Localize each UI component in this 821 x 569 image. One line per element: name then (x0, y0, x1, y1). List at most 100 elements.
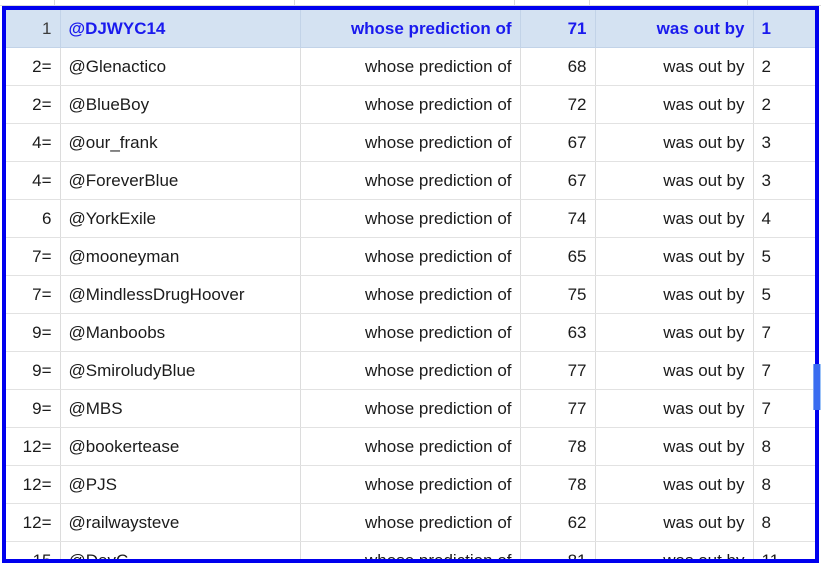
cell-prediction-label: whose prediction of (300, 10, 521, 48)
cell-error-label: was out by (595, 465, 754, 504)
cell-error-label: was out by (595, 275, 754, 314)
cell-error-label: was out by (595, 541, 754, 559)
cell-error-value: 3 (753, 161, 815, 200)
cell-rank: 12= (6, 427, 61, 466)
cell-error-label: was out by (595, 389, 754, 428)
table-row[interactable]: 12= @railwaysteve whose prediction of 62 was… (6, 503, 815, 542)
cell-prediction-value: 72 (520, 85, 596, 124)
cell-rank: 15 (6, 541, 61, 559)
cell-username: @railwaysteve (60, 503, 301, 542)
cell-error-label: was out by (595, 351, 754, 390)
cell-error-value: 7 (753, 351, 815, 390)
table-row[interactable]: 9= @SmiroludyBlue whose prediction of 77 was… (6, 351, 815, 390)
selection-frame[interactable]: 1 @DJWYC14 whose prediction of 71 was out by… (2, 6, 819, 563)
leaderboard-body: 1 @DJWYC14 whose prediction of 71 was out by… (6, 10, 815, 563)
cell-error-value: 5 (753, 237, 815, 276)
cell-prediction-value: 78 (520, 427, 596, 466)
cell-prediction-value: 67 (520, 161, 596, 200)
cell-username: @Manboobs (60, 313, 301, 352)
cell-username: @MindlessDrugHoover (60, 275, 301, 314)
cell-prediction-label: whose prediction of (300, 351, 521, 390)
table-row[interactable]: 2= @BlueBoy whose prediction of 72 was out b… (6, 85, 815, 124)
cell-prediction-value: 77 (520, 389, 596, 428)
table-row[interactable]: 9= @MBS whose prediction of 77 was out by 7 (6, 389, 815, 428)
cell-rank: 1 (6, 10, 61, 48)
table-row[interactable]: 9= @Manboobs whose prediction of 63 was out … (6, 313, 815, 352)
cell-prediction-value: 81 (520, 541, 596, 559)
cell-username: @DevC (60, 541, 301, 559)
table-row[interactable]: 6 @YorkExile whose prediction of 74 was out … (6, 199, 815, 238)
cell-error-label: was out by (595, 199, 754, 238)
cell-username: @SmiroludyBlue (60, 351, 301, 390)
cell-username: @ForeverBlue (60, 161, 301, 200)
cell-rank: 4= (6, 123, 61, 162)
cell-error-label: was out by (595, 123, 754, 162)
table-row[interactable]: 15 @DevC whose prediction of 81 was out by 11 (6, 541, 815, 563)
cell-rank: 9= (6, 389, 61, 428)
cell-prediction-label: whose prediction of (300, 161, 521, 200)
table-row[interactable]: 7= @MindlessDrugHoover whose prediction of… (6, 275, 815, 314)
cell-error-label: was out by (595, 313, 754, 352)
cell-prediction-value: 65 (520, 237, 596, 276)
cell-username: @Glenactico (60, 47, 301, 86)
cell-prediction-label: whose prediction of (300, 123, 521, 162)
cell-username: @mooneyman (60, 237, 301, 276)
cell-rank: 7= (6, 237, 61, 276)
vertical-scroll-marker[interactable] (813, 364, 821, 410)
table-row[interactable]: 1 @DJWYC14 whose prediction of 71 was out by… (6, 10, 815, 48)
cell-rank: 12= (6, 465, 61, 504)
cell-error-value: 2 (753, 47, 815, 86)
cell-username: @DJWYC14 (60, 10, 301, 48)
cell-error-value: 7 (753, 389, 815, 428)
cell-error-value: 11 (761, 551, 780, 563)
cell-prediction-value: 71 (520, 10, 596, 48)
table-row[interactable]: 4= @our_frank whose prediction of 67 was out… (6, 123, 815, 162)
cell-error-label: was out by (595, 503, 754, 542)
cell-error-label: was out by (595, 427, 754, 466)
table-row[interactable]: 12= @PJS whose prediction of 78 was out by 8 (6, 465, 815, 504)
cell-error-label: was out by (595, 10, 754, 48)
table-row[interactable]: 12= @bookertease whose prediction of 78 was … (6, 427, 815, 466)
cell-username: @our_frank (60, 123, 301, 162)
cell-prediction-value: 63 (520, 313, 596, 352)
cell-error-value: 4 (753, 199, 815, 238)
cell-error-value: 3 (753, 123, 815, 162)
sliver-separator (514, 0, 515, 5)
cell-prediction-label: whose prediction of (300, 389, 521, 428)
cell-rank: 9= (6, 313, 61, 352)
table-row[interactable]: 7= @mooneyman whose prediction of 65 was out… (6, 237, 815, 276)
cell-username: @PJS (60, 465, 301, 504)
table-row[interactable]: 2= @Glenactico whose prediction of 68 was ou… (6, 47, 815, 86)
cell-prediction-label: whose prediction of (300, 237, 521, 276)
sliver-separator (54, 0, 55, 5)
cell-prediction-label: whose prediction of (300, 313, 521, 352)
cell-prediction-value: 67 (520, 123, 596, 162)
cell-prediction-value: 74 (520, 199, 596, 238)
cell-prediction-label: whose prediction of (300, 503, 521, 542)
cell-prediction-label: whose prediction of (300, 541, 521, 559)
cell-prediction-label: whose prediction of (300, 199, 521, 238)
cell-error-label: was out by (595, 237, 754, 276)
cell-error-value: 8 (753, 465, 815, 504)
sliver-separator (747, 0, 748, 5)
cell-rank: 9= (6, 351, 61, 390)
table-row[interactable]: 4= @ForeverBlue whose prediction of 67 was o… (6, 161, 815, 200)
table-viewport: 1 @DJWYC14 whose prediction of 71 was out by… (0, 0, 821, 569)
cell-prediction-label: whose prediction of (300, 427, 521, 466)
cell-error-value: 1 (753, 10, 815, 48)
cell-prediction-value: 78 (520, 465, 596, 504)
cell-username: @bookertease (60, 427, 301, 466)
cell-rank: 7= (6, 275, 61, 314)
cell-prediction-label: whose prediction of (300, 85, 521, 124)
cell-error-label: was out by (595, 85, 754, 124)
cell-error-label: was out by (595, 161, 754, 200)
cell-prediction-label: whose prediction of (300, 275, 521, 314)
cell-prediction-value: 75 (520, 275, 596, 314)
cell-username: @YorkExile (60, 199, 301, 238)
cell-rank: 4= (6, 161, 61, 200)
cell-rank: 2= (6, 47, 61, 86)
cell-rank: 6 (6, 199, 61, 238)
sliver-separator (589, 0, 590, 5)
cell-username: @MBS (60, 389, 301, 428)
cell-error-value: 5 (753, 275, 815, 314)
